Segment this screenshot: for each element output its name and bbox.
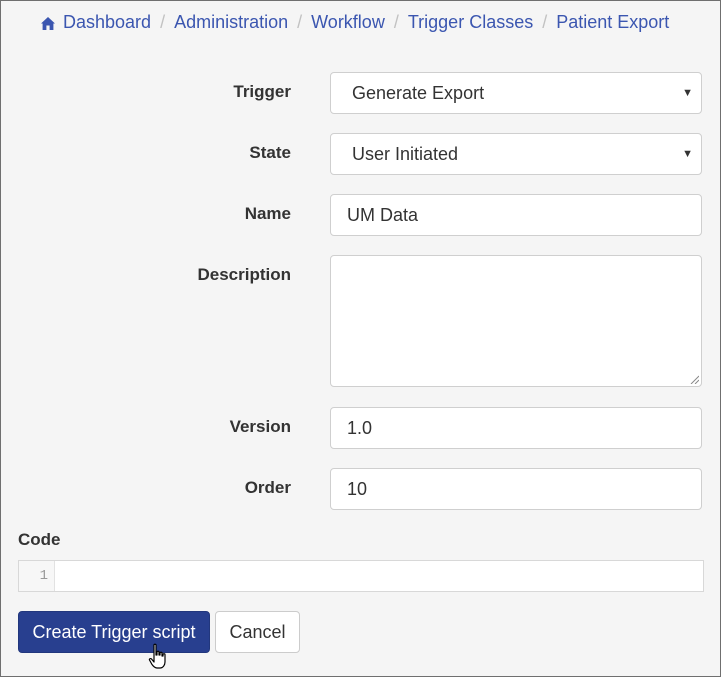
- breadcrumb-separator: /: [160, 12, 166, 32]
- code-line-number: 1: [19, 561, 55, 591]
- version-input-value: 1.0: [347, 418, 373, 438]
- trigger-select-value: Generate Export: [352, 83, 485, 103]
- breadcrumb: Dashboard / Administration / Workflow / …: [40, 12, 669, 33]
- create-trigger-script-button[interactable]: Create Trigger script: [18, 611, 210, 653]
- code-editor[interactable]: 1: [18, 560, 704, 592]
- breadcrumb-trigger-classes[interactable]: Trigger Classes: [408, 12, 533, 33]
- breadcrumb-patient-export[interactable]: Patient Export: [556, 12, 669, 33]
- hand-pointer-icon: [148, 643, 166, 669]
- caret-down-icon: ▼: [682, 148, 693, 160]
- state-select[interactable]: User Initiated ▼: [330, 133, 702, 175]
- breadcrumb-workflow[interactable]: Workflow: [311, 12, 385, 33]
- form-panel: Dashboard / Administration / Workflow / …: [0, 0, 721, 677]
- version-input[interactable]: 1.0: [330, 407, 702, 449]
- order-label: Order: [244, 478, 291, 497]
- cancel-button[interactable]: Cancel: [215, 611, 300, 653]
- name-label: Name: [244, 204, 291, 223]
- breadcrumb-separator: /: [297, 12, 303, 32]
- resize-grip-icon[interactable]: [689, 374, 699, 384]
- home-icon[interactable]: [40, 15, 56, 30]
- description-textarea[interactable]: [330, 255, 702, 387]
- name-input[interactable]: UM Data: [330, 194, 702, 236]
- breadcrumb-administration[interactable]: Administration: [174, 12, 288, 33]
- trigger-select[interactable]: Generate Export ▼: [330, 72, 702, 114]
- code-label: Code: [18, 530, 61, 549]
- state-label: State: [249, 143, 291, 162]
- order-input-value: 10: [347, 479, 368, 499]
- breadcrumb-dashboard[interactable]: Dashboard: [63, 12, 151, 33]
- order-input[interactable]: 10: [330, 468, 702, 510]
- trigger-label: Trigger: [233, 82, 291, 101]
- breadcrumb-separator: /: [393, 12, 399, 32]
- state-select-value: User Initiated: [352, 144, 459, 164]
- description-label: Description: [197, 265, 291, 284]
- caret-down-icon: ▼: [682, 87, 693, 99]
- name-input-value: UM Data: [347, 205, 419, 225]
- breadcrumb-separator: /: [542, 12, 548, 32]
- version-label: Version: [229, 417, 291, 436]
